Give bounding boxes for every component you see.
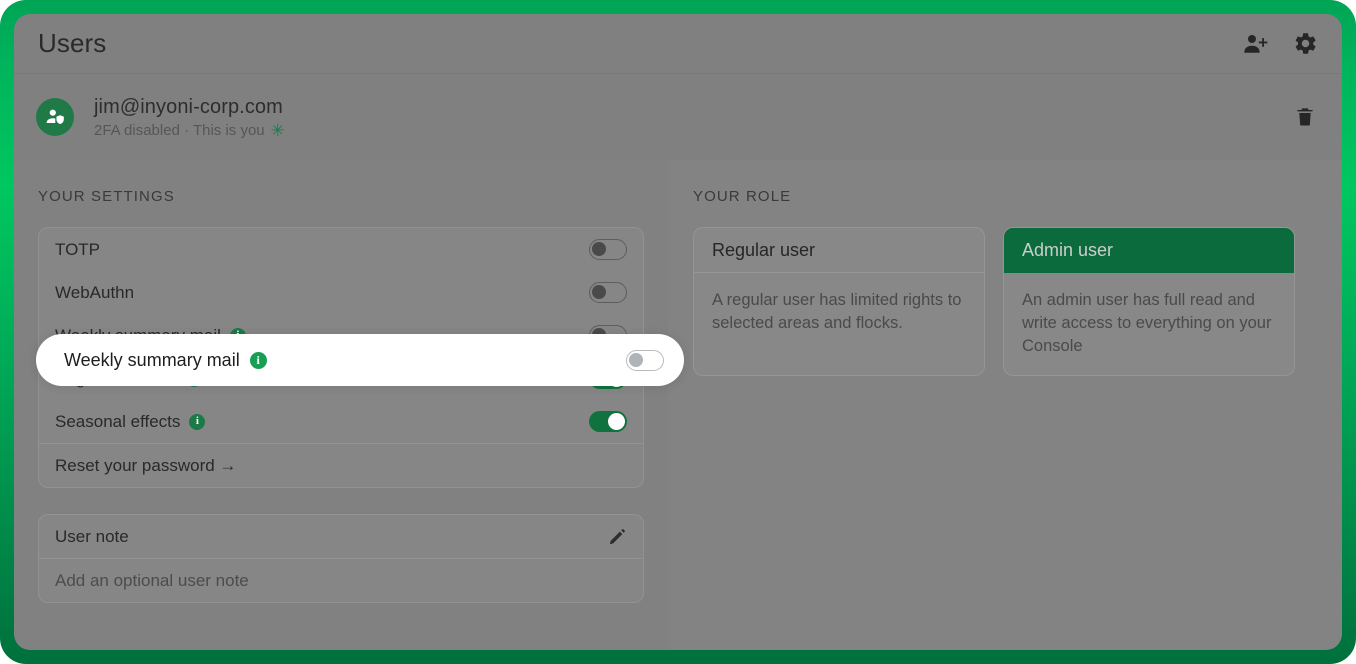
setting-label: WebAuthn (55, 283, 134, 303)
setting-label-text: WebAuthn (55, 282, 135, 302)
info-icon[interactable]: i (189, 413, 206, 430)
setting-label-text: TOTP (55, 239, 101, 259)
role-card-regular-user[interactable]: Regular user A regular user has limited … (693, 227, 985, 377)
setting-row-totp[interactable]: TOTP (39, 228, 643, 271)
user-email: jim@inyoni-corp.com (94, 95, 283, 118)
role-card-description: An admin user has full read and write ac… (1022, 291, 1272, 355)
setting-label: TOTP (55, 240, 100, 260)
toggle-weekly-summary-mail-highlighted[interactable] (626, 349, 664, 371)
role-card-title: Admin user (1004, 228, 1294, 273)
role-card-list: Regular user A regular user has limited … (693, 227, 1318, 377)
setting-row-webauthn[interactable]: WebAuthn (39, 271, 643, 314)
reset-password-label: Reset your password → (55, 455, 237, 475)
toggle-seasonal-effects[interactable] (589, 411, 627, 432)
reset-password-link[interactable]: Reset your password → (39, 443, 643, 487)
role-card-admin-user[interactable]: Admin user An admin user has full read a… (1003, 227, 1295, 377)
role-card-title: Regular user (694, 228, 984, 273)
user-note-title: User note (55, 526, 129, 546)
app-window: Users jim@inyoni-corp.com 2FA disabled ·… (14, 14, 1342, 650)
role-panel: YOUR ROLE Regular user A regular user ha… (669, 160, 1342, 650)
settings-section-label: YOUR SETTINGS (38, 188, 175, 205)
user-identity: jim@inyoni-corp.com 2FA disabled · This … (94, 96, 285, 139)
setting-label: Seasonal effects i (55, 411, 206, 432)
setting-row-seasonal-effects[interactable]: Seasonal effects i (39, 400, 643, 443)
settings-panel: YOUR SETTINGS TOTP WebAuthn Seasonal eff… (14, 160, 669, 650)
header-bar: Users (14, 14, 1342, 74)
role-card-description: A regular user has limited rights to sel… (712, 291, 962, 332)
header-actions (1242, 31, 1318, 57)
user-note-card: User note Add an optional user note (38, 514, 644, 603)
trash-icon[interactable] (1292, 102, 1318, 132)
this-is-you-asterisk-icon: ✳ (270, 120, 285, 140)
user-shield-icon (36, 98, 74, 136)
info-icon[interactable]: i (249, 351, 267, 369)
user-status-line: 2FA disabled · This is you ✳ (94, 122, 285, 139)
user-note-header: User note (39, 515, 643, 558)
toggle-totp[interactable] (589, 239, 627, 260)
gear-icon[interactable] (1292, 31, 1318, 57)
pencil-icon[interactable] (607, 527, 627, 547)
setting-label-text: Seasonal effects (55, 411, 181, 431)
toggle-webauthn[interactable] (589, 282, 627, 303)
user-status-text: 2FA disabled · This is you (94, 121, 265, 139)
page-title: Users (38, 28, 107, 58)
add-user-button[interactable] (1242, 31, 1268, 57)
user-note-input[interactable]: Add an optional user note (39, 558, 643, 602)
highlighted-setting-label-text: Weekly summary mail (64, 349, 240, 370)
app-frame: Users jim@inyoni-corp.com 2FA disabled ·… (0, 0, 1356, 664)
highlighted-setting-weekly-summary-mail[interactable]: Weekly summary mail i (36, 334, 684, 386)
highlighted-setting-label: Weekly summary mail i (64, 350, 267, 371)
role-section-label: YOUR ROLE (693, 188, 792, 205)
user-summary-row: jim@inyoni-corp.com 2FA disabled · This … (14, 74, 1342, 160)
content-area: YOUR SETTINGS TOTP WebAuthn Seasonal eff… (14, 160, 1342, 650)
